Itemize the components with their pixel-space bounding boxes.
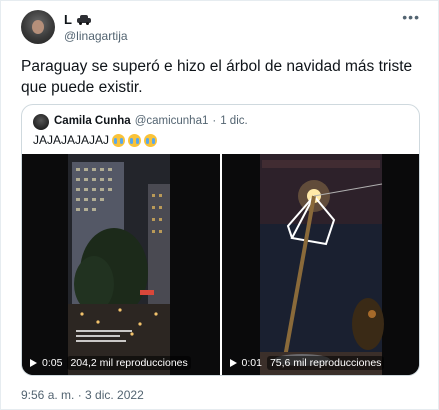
quoted-media: 0:05 204,2 mil reproducciones 0:01 75,6 … bbox=[22, 154, 419, 375]
video-1-controls: 0:05 204,2 mil reproducciones bbox=[30, 356, 191, 370]
quoted-text: JAJAJAJAJAJ bbox=[33, 133, 110, 147]
crying-face-icon bbox=[144, 133, 158, 147]
video-2-views: 75,6 mil reproducciones bbox=[266, 356, 385, 370]
tweet-card: L @linagartija ••• Paraguay se superó e … bbox=[0, 0, 439, 410]
play-icon[interactable] bbox=[30, 359, 37, 367]
quoted-name[interactable]: Camila Cunha bbox=[54, 115, 131, 127]
play-icon[interactable] bbox=[229, 359, 237, 367]
author-handle[interactable]: @linagartija bbox=[64, 29, 128, 43]
quoted-date[interactable]: 1 dic. bbox=[220, 115, 248, 127]
quoted-separator: · bbox=[212, 115, 217, 127]
video-1-views: 204,2 mil reproducciones bbox=[67, 356, 191, 370]
video-thumbnail-2[interactable]: 0:01 75,6 mil reproducciones bbox=[221, 154, 419, 375]
author-name-row[interactable]: L bbox=[64, 12, 91, 27]
car-icon bbox=[76, 15, 91, 25]
tweet-text: Paraguay se superó e hizo el árbol de na… bbox=[21, 58, 413, 96]
video-2-time: 0:01 bbox=[241, 357, 262, 369]
video-1-scene bbox=[22, 154, 220, 375]
quoted-tweet[interactable]: Camila Cunha @camicunha1 · 1 dic. JAJAJA… bbox=[21, 104, 420, 376]
video-1-time: 0:05 bbox=[42, 357, 63, 369]
author-name[interactable]: L bbox=[64, 12, 72, 27]
tweet-timestamp[interactable]: 9:56 a. m. · 3 dic. 2022 bbox=[21, 388, 144, 402]
video-2-controls: 0:01 75,6 mil reproducciones bbox=[229, 356, 385, 370]
crying-face-icon bbox=[112, 133, 126, 147]
video-thumbnail-1[interactable]: 0:05 204,2 mil reproducciones bbox=[22, 154, 220, 375]
author-avatar[interactable] bbox=[21, 10, 55, 44]
quoted-handle[interactable]: @camicunha1 bbox=[135, 115, 209, 127]
quoted-header: Camila Cunha @camicunha1 · 1 dic. bbox=[54, 115, 248, 127]
quoted-text-row: JAJAJAJAJAJ bbox=[33, 133, 158, 147]
quoted-avatar[interactable] bbox=[33, 114, 49, 130]
video-2-scene bbox=[221, 154, 419, 375]
more-horizontal-icon[interactable]: ••• bbox=[402, 9, 420, 25]
crying-face-icon bbox=[128, 133, 142, 147]
